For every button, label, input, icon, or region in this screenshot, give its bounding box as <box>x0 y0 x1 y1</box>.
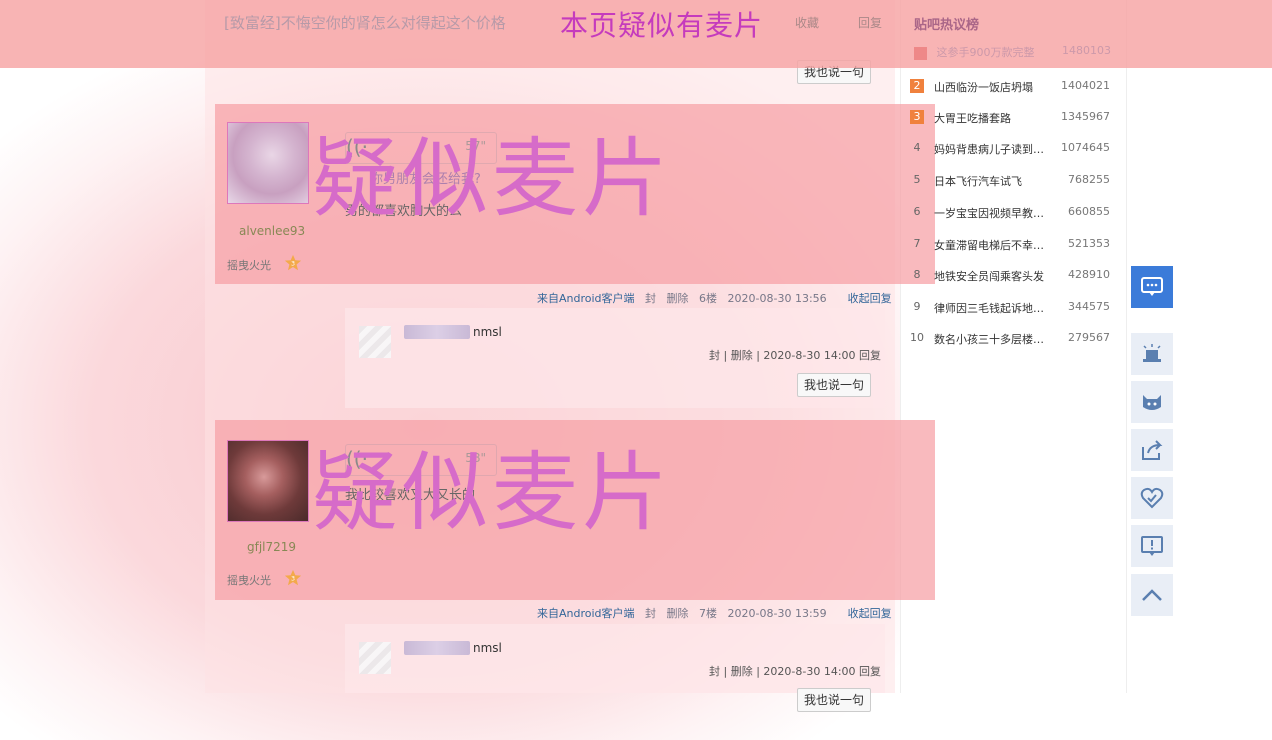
svg-text:3: 3 <box>291 261 295 268</box>
favorite-button[interactable] <box>1131 477 1173 519</box>
hot-item-3[interactable]: 3 大胃王吃播套路 1345967 <box>910 108 1110 128</box>
rank-badge: 7 <box>913 237 921 250</box>
hot-item-2[interactable]: 2 山西临汾一饭店坍塌 1404021 <box>910 77 1110 97</box>
post-meta: 来自Android客户端 封 删除 6楼 2020-08-30 13:56 收起… <box>537 290 892 306</box>
reply-avatar[interactable] <box>359 642 391 674</box>
rank-badge: 5 <box>913 173 921 186</box>
share-button[interactable] <box>1131 429 1173 471</box>
thread-title[interactable]: [致富经]不悔空你的肾怎么对得起这个价格 <box>224 12 506 33</box>
reply-username-blurred[interactable] <box>404 641 470 655</box>
warning-banner: [致富经]不悔空你的肾怎么对得起这个价格 收藏 回复 本页疑似有麦片 贴吧热议榜… <box>0 0 1272 68</box>
hot-item-count: 1404021 <box>1061 79 1110 92</box>
hot-list-title: 贴吧热议榜 <box>914 18 980 33</box>
hot-item-name: 地铁安全员闯乘客头发 <box>934 270 1044 283</box>
reply-meta: 封 | 删除 | 2020-8-30 14:00 回复 <box>709 665 882 678</box>
reply-button[interactable]: 回复 <box>858 14 882 31</box>
hot-item-count: 768255 <box>1068 173 1110 186</box>
rank-badge: 8 <box>913 268 921 281</box>
rank-badge: 10 <box>910 331 924 344</box>
overlay-warning: 疑似麦片 <box>312 443 672 543</box>
username[interactable]: gfjl7219 <box>247 540 296 554</box>
hot-item-5[interactable]: 5 日本飞行汽车试飞 768255 <box>910 171 1111 191</box>
pet-button[interactable] <box>1131 381 1173 423</box>
ban-link[interactable]: 封 <box>645 292 656 305</box>
rank-badge: 2 <box>910 79 924 93</box>
hot-item-name: 一岁宝宝因视频早教… <box>934 207 1044 220</box>
hot-item-4[interactable]: 4 妈妈背患病儿子读到… 1074645 <box>910 139 1111 159</box>
reply-username-blurred[interactable] <box>404 325 470 339</box>
share-icon <box>1142 440 1163 460</box>
cat-face-icon <box>1143 395 1161 410</box>
username[interactable]: alvenlee93 <box>239 224 305 238</box>
hot-item-count: 428910 <box>1068 268 1110 281</box>
hot-item-count: 1074645 <box>1061 141 1110 154</box>
hot-item-count: 1480103 <box>1062 44 1111 57</box>
level-name: 摇曳火光 <box>227 574 271 587</box>
reply-meta: 封 | 删除 | 2020-8-30 14:00 回复 <box>709 349 882 362</box>
rank-badge: 9 <box>913 300 921 313</box>
hot-item-6[interactable]: 6 一岁宝宝因视频早教… 660855 <box>910 203 1111 223</box>
hot-item-10[interactable]: 10 数名小孩三十多层楼… 279567 <box>910 329 1110 349</box>
warning-text: 本页疑似有麦片 <box>560 9 764 42</box>
comment-button[interactable] <box>1131 266 1173 308</box>
say-something-button[interactable]: 我也说一句 <box>797 373 872 397</box>
back-to-top-button[interactable] <box>1131 574 1173 616</box>
avatar[interactable] <box>227 122 309 204</box>
comment-icon <box>1141 277 1163 296</box>
avatar[interactable] <box>227 440 309 522</box>
reply-text: nmsl <box>473 325 502 339</box>
source-link[interactable]: 来自Android客户端 <box>537 292 635 305</box>
hot-item-name: 大胃王吃播套路 <box>934 112 1011 125</box>
hot-item-name: 律师因三毛钱起诉地… <box>934 302 1044 315</box>
hot-item-name: 女童滞留电梯后不幸… <box>934 239 1044 252</box>
ban-link[interactable]: 封 <box>645 607 656 620</box>
hot-item-1[interactable]: 1 这参手900万款完整 1480103 <box>914 44 1114 60</box>
hot-item-name: 日本飞行汽车试飞 <box>934 175 1022 188</box>
rank-badge: 1 <box>914 46 927 60</box>
hot-item-count: 279567 <box>1068 331 1110 344</box>
collect-button[interactable]: 收藏 <box>795 14 819 31</box>
hot-item-name: 山西临汾一饭店坍塌 <box>934 81 1033 94</box>
rank-badge: 4 <box>913 141 921 154</box>
report-icon <box>1141 536 1163 556</box>
magic-button[interactable] <box>1131 333 1173 375</box>
delete-link[interactable]: 删除 <box>667 607 689 620</box>
fold-replies-link[interactable]: 收起回复 <box>848 292 892 305</box>
hot-item-count: 660855 <box>1068 205 1110 218</box>
heart-icon <box>1140 487 1164 509</box>
reply-text: nmsl <box>473 641 502 655</box>
level-star-icon: 3 <box>284 254 302 271</box>
rank-badge: 6 <box>913 205 921 218</box>
fold-replies-link[interactable]: 收起回复 <box>848 607 892 620</box>
hot-item-name: 这参手900万款完整 <box>936 46 1035 59</box>
svg-text:3: 3 <box>291 576 295 583</box>
back-to-top-icon <box>1142 589 1162 601</box>
level-name: 摇曳火光 <box>227 259 271 272</box>
hot-item-9[interactable]: 9 律师因三毛钱起诉地… 344575 <box>910 298 1111 318</box>
hot-item-name: 数名小孩三十多层楼… <box>934 333 1044 346</box>
overlay-warning: 疑似麦片 <box>312 129 672 229</box>
post-time: 2020-08-30 13:59 <box>727 607 827 620</box>
delete-link[interactable]: 删除 <box>667 292 689 305</box>
hot-item-8[interactable]: 8 地铁安全员闯乘客头发 428910 <box>910 266 1111 286</box>
hot-item-name: 妈妈背患病儿子读到… <box>934 143 1044 156</box>
floor: 6楼 <box>699 292 718 305</box>
post-time: 2020-08-30 13:56 <box>727 292 827 305</box>
reply-box <box>345 624 885 693</box>
floor: 7楼 <box>699 607 718 620</box>
hot-item-count: 344575 <box>1068 300 1110 313</box>
say-something-button[interactable]: 我也说一句 <box>797 688 872 712</box>
hot-item-count: 1345967 <box>1061 110 1110 123</box>
rank-badge: 3 <box>910 110 924 124</box>
report-button[interactable] <box>1131 525 1173 567</box>
source-link[interactable]: 来自Android客户端 <box>537 607 635 620</box>
magic-hat-icon <box>1143 344 1161 362</box>
hot-item-7[interactable]: 7 女童滞留电梯后不幸… 521353 <box>910 235 1111 255</box>
hot-item-count: 521353 <box>1068 237 1110 250</box>
post-meta: 来自Android客户端 封 删除 7楼 2020-08-30 13:59 收起… <box>537 605 892 621</box>
level-star-icon: 3 <box>284 569 302 586</box>
reply-avatar[interactable] <box>359 326 391 358</box>
